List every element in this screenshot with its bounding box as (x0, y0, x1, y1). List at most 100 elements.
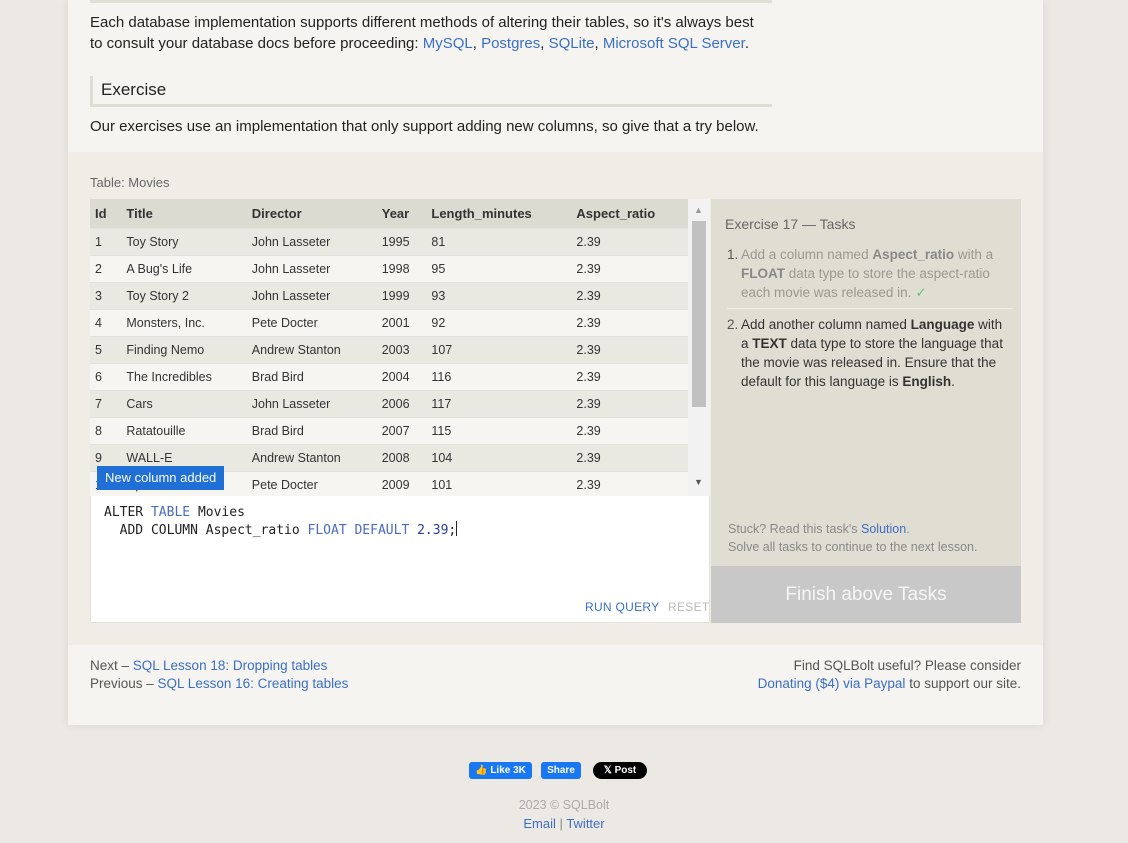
scroll-thumb[interactable] (692, 221, 706, 407)
email-link[interactable]: Email (523, 816, 556, 831)
sql-keyword: ALTER (104, 505, 144, 520)
table-cell: 2.39 (571, 362, 688, 390)
table-cell: 2009 (376, 470, 427, 496)
run-query-button[interactable]: RUN QUERY (585, 600, 660, 614)
task-text-bold: TEXT (752, 336, 787, 351)
sql-editor[interactable]: ALTER TABLE Movies ADD COLUMN Aspect_rat… (90, 496, 710, 623)
results-table-container[interactable]: Id Title Director Year Length_minutes Aspect_… (90, 199, 710, 496)
divider (90, 0, 772, 3)
table-cell: 1999 (376, 281, 427, 309)
tasks-title: Exercise 17 — Tasks (725, 216, 856, 232)
x-logo-icon: 𝕏 (603, 765, 612, 776)
facebook-like-button[interactable]: 👍 Like 3K (469, 762, 532, 779)
table-row: 2A Bug's Life John Lasseter 1998 95 2.39 (90, 254, 688, 282)
table-cell: Andrew Stanton (246, 335, 377, 363)
task-list: 1. Add a column named Aspect_ratio with … (727, 245, 1013, 391)
table-cell: 2.39 (571, 416, 688, 444)
next-lesson: Next – SQL Lesson 18: Dropping tables (90, 657, 348, 675)
footer-links: Email | Twitter (0, 816, 1128, 831)
solution-link[interactable]: Solution (861, 522, 906, 536)
column-header: Title (121, 199, 247, 228)
twitter-link[interactable]: Twitter (566, 816, 604, 831)
sql-keyword: TABLE (150, 505, 191, 520)
table-cell: 3 (90, 281, 122, 309)
table-cell: Cars (121, 389, 247, 417)
task-text: Add a column named Aspect_ratio with a F… (741, 245, 1013, 302)
table-cell: 81 (426, 227, 572, 255)
table-cell: 2.39 (571, 470, 688, 496)
task-text: Add another column named Language with a… (741, 315, 1013, 391)
exercise-intro: Our exercises use an implementation that… (90, 118, 759, 135)
sql-keyword: DEFAULT (354, 523, 410, 538)
table-cell: Finding Nemo (121, 335, 247, 363)
donate-link[interactable]: Donating ($4) via Paypal (758, 676, 906, 691)
table-cell: John Lasseter (246, 281, 377, 309)
table-cell: The Incredibles (121, 362, 247, 390)
table-cell: John Lasseter (246, 227, 377, 255)
tasks-panel: Exercise 17 — Tasks 1. Add a column name… (711, 199, 1021, 566)
table-cell: 2007 (376, 416, 427, 444)
link-sql-server[interactable]: Microsoft SQL Server (603, 35, 745, 52)
previous-lesson-link[interactable]: SQL Lesson 16: Creating tables (158, 676, 349, 691)
support-suffix: to support our site. (905, 676, 1021, 691)
table-cell: 2006 (376, 389, 427, 417)
table-header-row: Id Title Director Year Length_minutes Aspect_… (90, 199, 688, 228)
table-cell: Brad Bird (246, 362, 377, 390)
link-sqlite[interactable]: SQLite (549, 35, 595, 52)
table-row: 1 Toy Story John Lasseter 1995 81 2.39 (90, 227, 688, 255)
table-scrollbar[interactable]: ▲ ▼ (688, 199, 710, 496)
task-item-2: 2. Add another column named Language wit… (727, 315, 1013, 391)
task-text-part: Add a column named (741, 247, 873, 262)
x-post-button[interactable]: 𝕏 Post (593, 762, 647, 779)
toast-notification: New column added (97, 466, 225, 490)
column-header: Length_minutes (426, 199, 572, 228)
sql-identifier: Aspect_ratio (205, 523, 300, 538)
sql-number: 2.39 (417, 523, 449, 538)
sql-code[interactable]: ALTER TABLE Movies ADD COLUMN Aspect_rat… (104, 504, 458, 539)
stuck-hint: Solve all tasks to continue to the next … (728, 540, 978, 554)
table-cell: Monsters, Inc. (121, 308, 247, 336)
sql-keyword: ADD COLUMN (119, 523, 198, 538)
table-cell: 2004 (376, 362, 427, 390)
table-cell: 1998 (376, 254, 427, 282)
task-text-part: Add another column named (741, 317, 911, 332)
reset-button[interactable]: RESET (668, 600, 710, 614)
table-cell: Toy Story 2 (121, 281, 247, 309)
nav-prefix: Previous – (90, 676, 158, 691)
table-cell: Pete Docter (246, 308, 377, 336)
stuck-text: Stuck? Read this task's (728, 522, 862, 536)
table-cell: 7 (90, 389, 122, 417)
checkmark-icon: ✓ (915, 285, 927, 300)
link-postgres[interactable]: Postgres (481, 35, 540, 52)
text-cursor (456, 521, 458, 536)
finish-tasks-button: Finish above Tasks (711, 566, 1021, 623)
link-mysql[interactable]: MySQL (423, 35, 473, 52)
table-cell: 2003 (376, 335, 427, 363)
table-cell: 2.39 (571, 308, 688, 336)
exercise-heading: Exercise (90, 76, 772, 107)
table-cell: 4 (90, 308, 122, 336)
post-label: Post (614, 765, 637, 776)
table-cell: John Lasseter (246, 254, 377, 282)
table-cell: John Lasseter (246, 389, 377, 417)
scroll-down-arrow-icon[interactable]: ▼ (694, 477, 703, 487)
next-lesson-link[interactable]: SQL Lesson 18: Dropping tables (133, 658, 328, 673)
table-cell: 107 (426, 335, 572, 363)
task-text-part: . (951, 374, 955, 389)
table-cell: 2.39 (571, 254, 688, 282)
task-text-part: with a (954, 247, 994, 262)
table-row: 4 Monsters, Inc. Pete Docter 2001 92 2.39 (90, 308, 688, 336)
table-cell: 6 (90, 362, 122, 390)
facebook-share-button[interactable]: Share (541, 762, 581, 779)
scroll-up-arrow-icon[interactable]: ▲ (694, 205, 703, 215)
table-row: 6 The Incredibles Brad Bird 2004 116 2.39 (90, 362, 688, 390)
table-cell: 117 (426, 389, 572, 417)
task-number: 2. (727, 317, 739, 332)
table-caption: Table: Movies (90, 175, 170, 190)
column-header: Director (246, 199, 377, 228)
previous-lesson: Previous – SQL Lesson 16: Creating table… (90, 675, 348, 693)
footer-separator: | (559, 816, 563, 831)
support-line: Donating ($4) via Paypal to support our … (758, 675, 1021, 693)
stuck-help: Stuck? Read this task's Solution. Solve … (728, 520, 977, 556)
table-cell: A Bug's Life (121, 254, 247, 282)
